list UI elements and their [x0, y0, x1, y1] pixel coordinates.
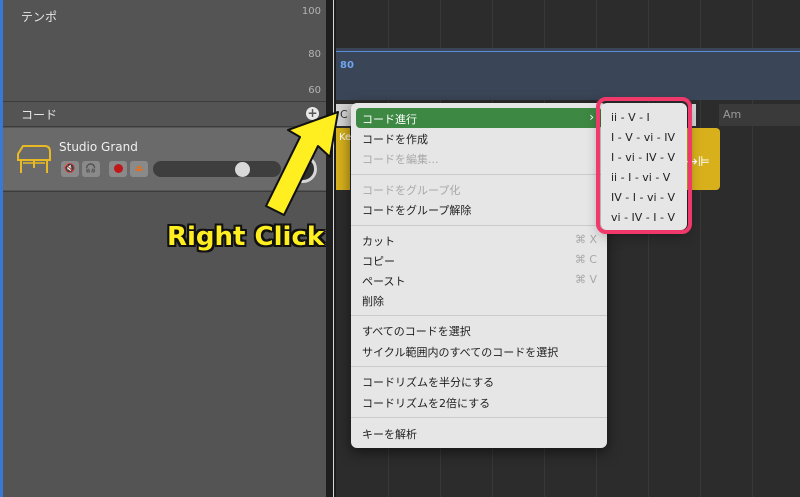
- annotation-label: Right Click: [167, 222, 325, 252]
- annotation-arrow-icon: [265, 111, 339, 216]
